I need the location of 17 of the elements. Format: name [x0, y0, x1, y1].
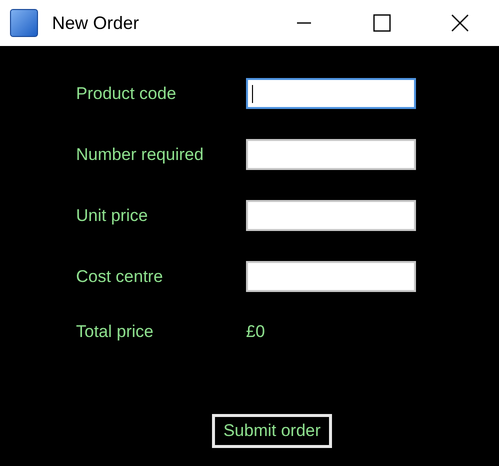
field-label: Unit price: [76, 206, 149, 226]
close-icon: [451, 14, 469, 32]
field-label: Cost centre: [76, 266, 164, 286]
minimize-icon: [297, 22, 311, 24]
text-cursor: [252, 84, 253, 102]
maximize-icon: [373, 14, 391, 32]
input-field[interactable]: [246, 200, 416, 231]
input-field[interactable]: [246, 139, 416, 170]
field-label: Product code: [76, 84, 178, 104]
input-field[interactable]: [246, 78, 416, 109]
total-label: Total price: [76, 322, 154, 342]
app-icon: [10, 9, 38, 37]
input-field[interactable]: [246, 261, 416, 292]
field-label: Number required: [76, 144, 205, 164]
submit-button[interactable]: Submit order: [212, 414, 332, 448]
total-value: £0: [246, 322, 266, 342]
window-title: New Order: [52, 12, 140, 34]
